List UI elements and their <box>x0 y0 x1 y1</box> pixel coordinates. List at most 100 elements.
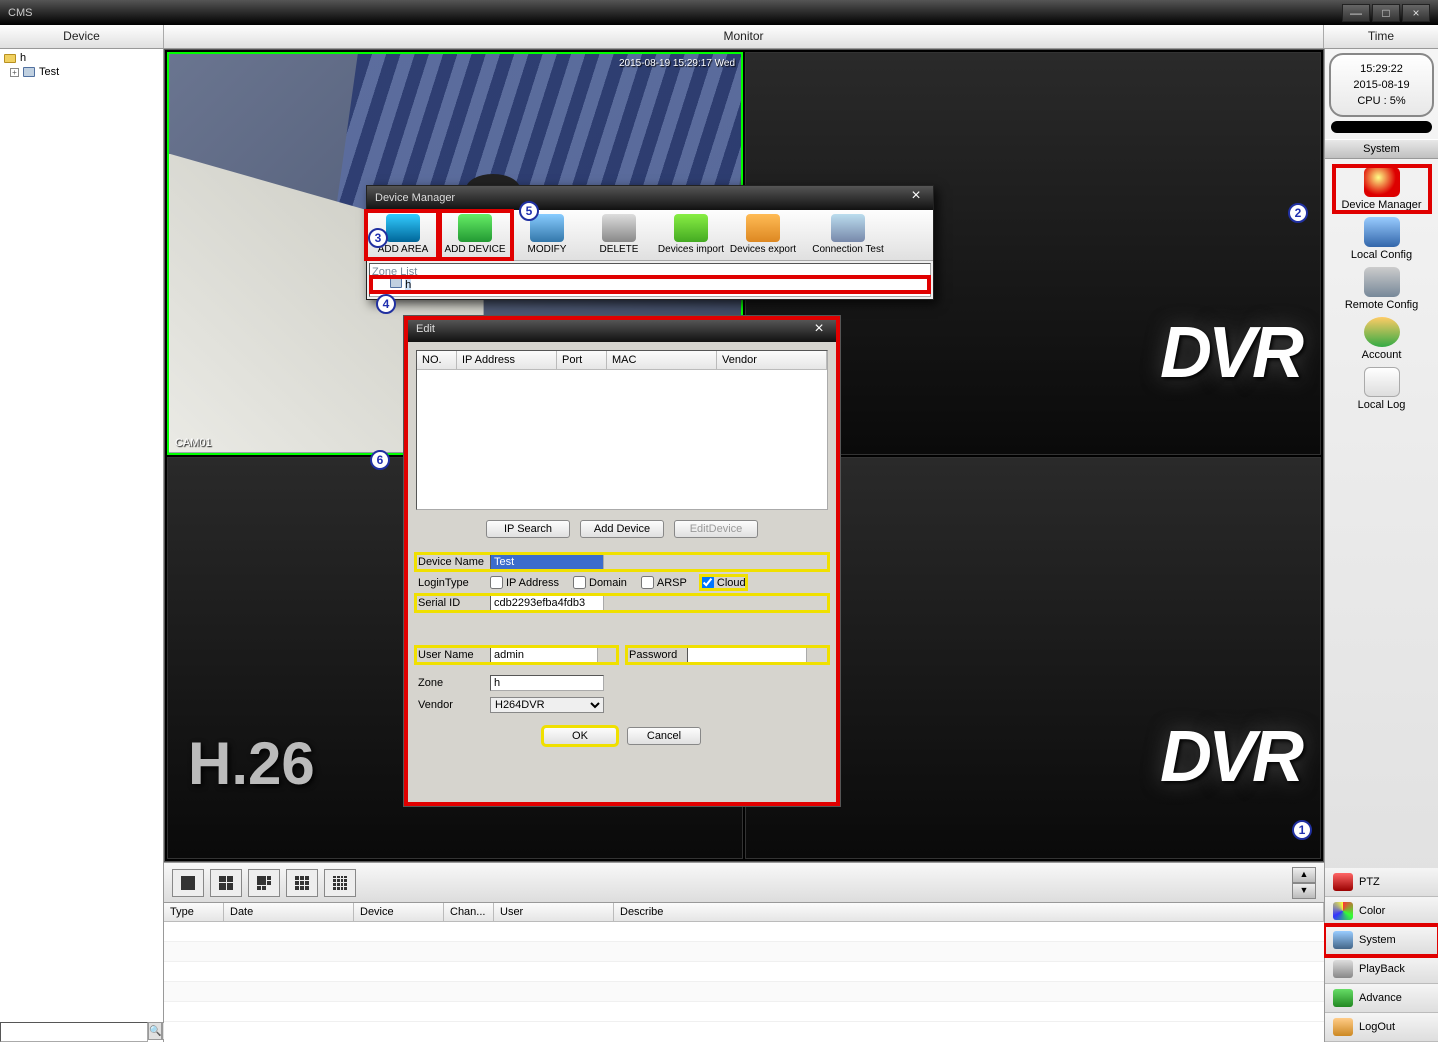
ip-search-button[interactable]: IP Search <box>486 520 570 538</box>
delete-button[interactable]: DELETE <box>583 212 655 258</box>
video-cam-label: CAM01 <box>175 437 212 449</box>
zone-list-label: Zone List <box>372 266 928 278</box>
password-input[interactable] <box>687 647 807 663</box>
layout-1x1-button[interactable] <box>172 869 204 897</box>
login-type-ip[interactable]: IP Address <box>490 576 559 589</box>
scan-col-no[interactable]: NO. <box>417 351 457 369</box>
annotation-3: 3 <box>368 228 388 248</box>
menu-logout[interactable]: LogOut <box>1325 1013 1438 1042</box>
menu-system[interactable]: System <box>1325 926 1438 955</box>
maximize-button[interactable]: □ <box>1372 4 1400 22</box>
account-button[interactable]: Account <box>1335 317 1429 361</box>
minimize-button[interactable]: — <box>1342 4 1370 22</box>
account-label: Account <box>1335 349 1429 361</box>
local-config-label: Local Config <box>1335 249 1429 261</box>
device-manager-toolbar: ADD AREA ADD DEVICE MODIFY DELETE Device… <box>367 210 933 261</box>
log-row <box>164 922 1324 942</box>
col-device[interactable]: Device <box>354 903 444 921</box>
menu-playback[interactable]: PlayBack <box>1325 955 1438 984</box>
zone-item-icon <box>390 278 402 288</box>
local-log-button[interactable]: Local Log <box>1335 367 1429 411</box>
add-device-button[interactable]: ADD DEVICE <box>439 212 511 258</box>
remote-config-label: Remote Config <box>1335 299 1429 311</box>
connection-test-button[interactable]: Connection Test <box>799 212 897 258</box>
menu-color[interactable]: Color <box>1325 897 1438 926</box>
vendor-select[interactable]: H264DVR <box>490 697 604 713</box>
col-date[interactable]: Date <box>224 903 354 921</box>
devices-import-label: Devices import <box>655 244 727 255</box>
annotation-4: 4 <box>376 294 396 314</box>
ptz-icon <box>1333 873 1353 891</box>
local-config-button[interactable]: Local Config <box>1335 217 1429 261</box>
login-type-cloud[interactable]: Cloud <box>701 576 746 589</box>
system-icon <box>1333 931 1353 949</box>
connection-test-icon <box>831 214 865 242</box>
edit-dialog-close-button[interactable]: × <box>810 323 828 339</box>
grid-layout-controls: ▲ ▼ <box>164 862 1324 902</box>
account-icon <box>1364 317 1400 347</box>
scroll-down-button[interactable]: ▼ <box>1292 883 1316 899</box>
vendor-label: Vendor <box>416 699 490 711</box>
layout-4x4-button[interactable] <box>324 869 356 897</box>
folder-icon <box>4 54 16 63</box>
devices-export-label: Devices export <box>727 244 799 255</box>
ip-address-checkbox[interactable] <box>490 576 503 589</box>
remote-config-button[interactable]: Remote Config <box>1335 267 1429 311</box>
col-user[interactable]: User <box>494 903 614 921</box>
page-scroll: ▲ ▼ <box>1292 867 1316 899</box>
menu-advance[interactable]: Advance <box>1325 984 1438 1013</box>
device-manager-label: Device Manager <box>1335 199 1429 211</box>
device-name-input[interactable] <box>490 554 604 570</box>
scan-col-vendor[interactable]: Vendor <box>717 351 827 369</box>
layout-2x2-button[interactable] <box>210 869 242 897</box>
menu-color-label: Color <box>1359 905 1385 917</box>
monitor-icon <box>23 67 35 77</box>
layout-6-button[interactable] <box>248 869 280 897</box>
serial-id-input[interactable] <box>490 595 604 611</box>
domain-checkbox[interactable] <box>573 576 586 589</box>
device-search-input[interactable] <box>0 1022 148 1042</box>
log-row <box>164 1002 1324 1022</box>
zone-list-tree: Zone List h <box>369 263 931 297</box>
ok-button[interactable]: OK <box>543 727 617 745</box>
layout-3x3-button[interactable] <box>286 869 318 897</box>
cancel-button[interactable]: Cancel <box>627 727 701 745</box>
modify-label: MODIFY <box>511 244 583 255</box>
log-row <box>164 962 1324 982</box>
col-type[interactable]: Type <box>164 903 224 921</box>
menu-ptz[interactable]: PTZ <box>1325 868 1438 897</box>
add-device-scan-button[interactable]: Add Device <box>580 520 664 538</box>
search-icon[interactable]: 🔍 <box>148 1022 162 1040</box>
devices-import-button[interactable]: Devices import <box>655 212 727 258</box>
col-describe[interactable]: Describe <box>614 903 1324 921</box>
system-section-header: System <box>1325 139 1438 159</box>
close-button[interactable]: × <box>1402 4 1430 22</box>
tree-root[interactable]: h <box>0 51 163 65</box>
cloud-checkbox[interactable] <box>701 576 714 589</box>
scan-col-mac[interactable]: MAC <box>607 351 717 369</box>
login-type-arsp[interactable]: ARSP <box>641 576 687 589</box>
zone-item-label[interactable]: h <box>405 279 411 291</box>
expand-icon[interactable]: + <box>10 68 19 77</box>
advance-icon <box>1333 989 1353 1007</box>
add-area-icon <box>386 214 420 242</box>
device-manager-button[interactable]: Device Manager <box>1335 167 1429 211</box>
modify-button[interactable]: MODIFY <box>511 212 583 258</box>
dvr-watermark: DVR <box>1160 312 1300 394</box>
devices-export-button[interactable]: Devices export <box>727 212 799 258</box>
tree-child[interactable]: + Test <box>0 65 163 79</box>
clock-date: 2015-08-19 <box>1335 77 1428 93</box>
scan-col-port[interactable]: Port <box>557 351 607 369</box>
add-device-icon <box>458 214 492 242</box>
section-header-row: Device Monitor Time <box>0 25 1438 49</box>
device-manager-dialog-title: Device Manager <box>375 192 455 204</box>
login-type-domain[interactable]: Domain <box>573 576 627 589</box>
devices-export-icon <box>746 214 780 242</box>
device-manager-close-button[interactable]: × <box>907 190 925 206</box>
scroll-up-button[interactable]: ▲ <box>1292 867 1316 883</box>
col-channel[interactable]: Chan... <box>444 903 494 921</box>
scan-col-ip[interactable]: IP Address <box>457 351 557 369</box>
user-name-input[interactable] <box>490 647 598 663</box>
arsp-checkbox[interactable] <box>641 576 654 589</box>
remote-config-icon <box>1364 267 1400 297</box>
